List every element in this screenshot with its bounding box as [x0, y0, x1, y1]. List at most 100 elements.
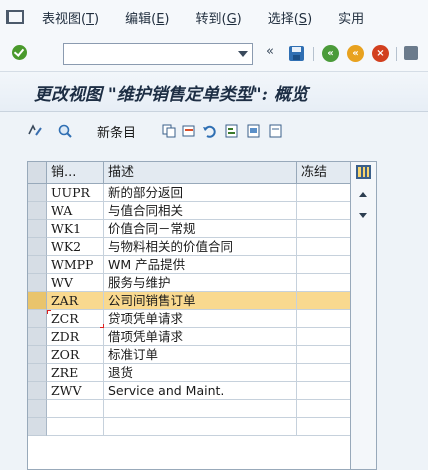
system-menu-icon[interactable]	[6, 10, 24, 24]
cell-frozen[interactable]	[297, 274, 350, 292]
cell-frozen[interactable]	[297, 256, 350, 274]
table-row[interactable]: ZAR 公司间销售订单	[28, 292, 350, 310]
cancel-icon[interactable]: ×	[372, 45, 389, 62]
table-row[interactable]: ZWV Service and Maint.	[28, 382, 350, 400]
cell-sales-doc-type[interactable]: ZWV	[47, 382, 104, 400]
cell-description[interactable]: 新的部分返回	[104, 184, 297, 202]
cell-description[interactable]: 公司间销售订单	[104, 292, 297, 310]
cell-frozen[interactable]	[297, 418, 350, 436]
table-row[interactable]: WV 服务与维护	[28, 274, 350, 292]
cell-description[interactable]: 与值合同相关	[104, 202, 297, 220]
table-vertical-scrollbar[interactable]	[351, 161, 377, 470]
cell-description[interactable]: 标准订单	[104, 346, 297, 364]
cell-description[interactable]: 退货	[104, 364, 297, 382]
select-all-header[interactable]	[28, 162, 47, 183]
cell-description[interactable]	[104, 400, 297, 418]
table-row[interactable]: WA 与值合同相关	[28, 202, 350, 220]
cell-frozen[interactable]	[297, 292, 350, 310]
delete-icon[interactable]	[182, 124, 196, 138]
cell-frozen[interactable]	[297, 310, 350, 328]
scroll-up-icon[interactable]	[359, 192, 367, 197]
table-row[interactable]	[28, 418, 350, 436]
cell-frozen[interactable]	[297, 202, 350, 220]
table-row[interactable]: UUPR 新的部分返回	[28, 184, 350, 202]
row-selector[interactable]	[28, 346, 47, 364]
undo-icon[interactable]	[202, 124, 216, 138]
row-selector[interactable]	[28, 238, 47, 256]
chevron-down-icon[interactable]	[238, 51, 248, 57]
row-selector[interactable]	[28, 220, 47, 238]
table-row[interactable]	[28, 400, 350, 418]
back-icon[interactable]: «	[322, 45, 339, 62]
cell-sales-doc-type[interactable]	[47, 418, 104, 436]
table-settings-icon[interactable]	[356, 165, 371, 179]
row-selector[interactable]	[28, 418, 47, 436]
table-row[interactable]: WK2 与物料相关的价值合同	[28, 238, 350, 256]
cell-frozen[interactable]	[297, 328, 350, 346]
cell-frozen[interactable]	[297, 364, 350, 382]
scroll-down-icon[interactable]	[359, 213, 367, 218]
table-row[interactable]: ZCR 贷项凭单请求	[28, 310, 350, 328]
cell-frozen[interactable]	[297, 220, 350, 238]
menu-selection[interactable]: 选择(S)	[268, 8, 312, 27]
cell-sales-doc-type[interactable]: ZAR	[47, 292, 104, 310]
row-selector[interactable]	[28, 328, 47, 346]
cell-frozen[interactable]	[297, 238, 350, 256]
print-icon[interactable]	[404, 46, 418, 60]
deselect-all-icon[interactable]	[269, 124, 283, 138]
cell-frozen[interactable]	[297, 382, 350, 400]
exit-icon[interactable]: «	[347, 45, 364, 62]
table-row[interactable]: ZRE 退货	[28, 364, 350, 382]
cell-sales-doc-type[interactable]: ZOR	[47, 346, 104, 364]
cell-description[interactable]: WM 产品提供	[104, 256, 297, 274]
cell-description[interactable]: Service and Maint.	[104, 382, 297, 400]
cell-sales-doc-type[interactable]: ZDR	[47, 328, 104, 346]
cell-frozen[interactable]	[297, 346, 350, 364]
cell-description[interactable]: 借项凭单请求	[104, 328, 297, 346]
table-row[interactable]: ZOR 标准订单	[28, 346, 350, 364]
cell-sales-doc-type[interactable]: WK2	[47, 238, 104, 256]
column-header-frozen[interactable]: 冻结	[297, 162, 350, 183]
table-row[interactable]: ZDR 借项凭单请求	[28, 328, 350, 346]
select-block-icon[interactable]	[247, 124, 261, 138]
cell-sales-doc-type[interactable]: ZRE	[47, 364, 104, 382]
row-selector[interactable]	[28, 292, 47, 310]
row-selector[interactable]	[28, 274, 47, 292]
cell-description[interactable]: 价值合同－常规	[104, 220, 297, 238]
row-selector[interactable]	[28, 310, 47, 328]
display-change-icon[interactable]	[28, 124, 42, 138]
table-row[interactable]: WMPP WM 产品提供	[28, 256, 350, 274]
column-header-description[interactable]: 描述	[104, 162, 297, 183]
menu-table-view[interactable]: 表视图(T)	[42, 8, 99, 27]
cell-sales-doc-type[interactable]	[47, 400, 104, 418]
cell-sales-doc-type[interactable]: WV	[47, 274, 104, 292]
collapse-command-field-button[interactable]: «	[266, 44, 274, 59]
cell-description[interactable]: 服务与维护	[104, 274, 297, 292]
row-selector[interactable]	[28, 400, 47, 418]
command-field[interactable]	[63, 43, 253, 65]
cell-sales-doc-type[interactable]: WK1	[47, 220, 104, 238]
cell-sales-doc-type[interactable]: WMPP	[47, 256, 104, 274]
cell-frozen[interactable]	[297, 184, 350, 202]
copy-as-icon[interactable]	[162, 124, 176, 138]
cell-frozen[interactable]	[297, 400, 350, 418]
menu-edit[interactable]: 编辑(E)	[125, 8, 169, 27]
other-view-icon[interactable]	[58, 124, 72, 138]
table-row[interactable]: WK1 价值合同－常规	[28, 220, 350, 238]
row-selector[interactable]	[28, 256, 47, 274]
cell-description[interactable]	[104, 418, 297, 436]
new-entries-button[interactable]: 新条目	[97, 122, 136, 141]
select-all-icon[interactable]	[225, 124, 239, 138]
menu-utilities[interactable]: 实用	[338, 8, 364, 27]
row-selector[interactable]	[28, 184, 47, 202]
row-selector[interactable]	[28, 202, 47, 220]
row-selector[interactable]	[28, 382, 47, 400]
cell-description[interactable]: 与物料相关的价值合同	[104, 238, 297, 256]
cell-description[interactable]: 贷项凭单请求	[104, 310, 297, 328]
cell-sales-doc-type[interactable]: ZCR	[47, 310, 104, 328]
save-icon[interactable]	[289, 46, 304, 61]
cell-sales-doc-type[interactable]: UUPR	[47, 184, 104, 202]
cell-sales-doc-type[interactable]: WA	[47, 202, 104, 220]
row-selector[interactable]	[28, 364, 47, 382]
menu-goto[interactable]: 转到(G)	[195, 8, 241, 27]
